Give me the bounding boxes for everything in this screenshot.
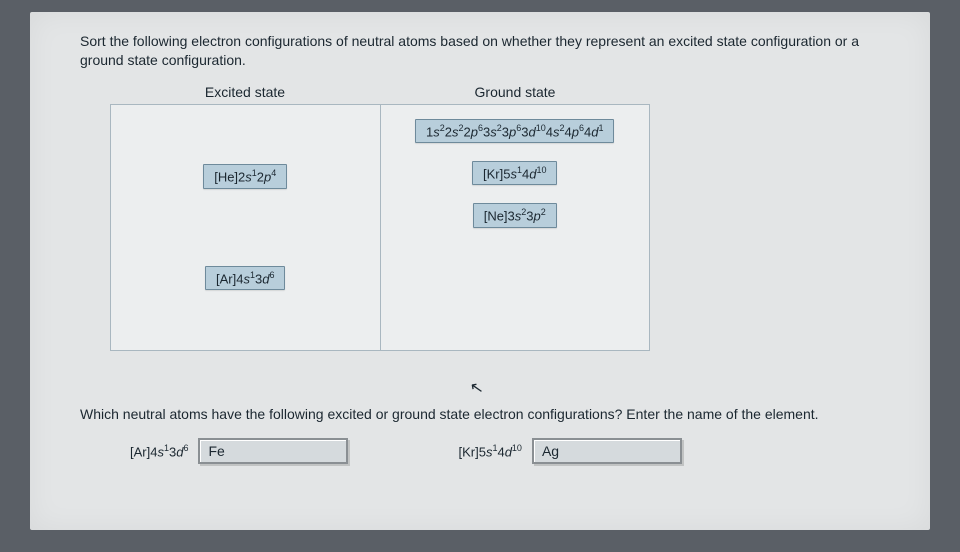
- config-chip[interactable]: 1s22s22p63s23p63d104s24p64d1: [415, 119, 614, 143]
- excited-zone[interactable]: [He]2s12p4 [Ar]4s13d6: [110, 104, 381, 351]
- config-chip[interactable]: [He]2s12p4: [203, 164, 287, 188]
- config-chip[interactable]: [Ar]4s13d6: [205, 266, 285, 290]
- header-excited: Excited state: [110, 84, 380, 104]
- config-label: [Ar]4s13d6: [130, 443, 188, 459]
- config-label: [Kr]5s14d10: [458, 443, 521, 459]
- answer-input[interactable]: Ag: [532, 438, 682, 464]
- q2-prompt: Which neutral atoms have the following e…: [80, 405, 890, 424]
- drop-zones: [He]2s12p4 [Ar]4s13d6 1s22s22p63s23p63d1…: [110, 104, 650, 351]
- answer-row: [Ar]4s13d6 Fe [Kr]5s14d10 Ag: [80, 438, 890, 464]
- config-chip[interactable]: [Ne]3s23p2: [473, 203, 557, 227]
- question-panel: Sort the following electron configuratio…: [30, 12, 930, 530]
- answer-input[interactable]: Fe: [198, 438, 348, 464]
- header-ground: Ground state: [380, 84, 650, 104]
- config-chip[interactable]: [Kr]5s14d10: [472, 161, 557, 185]
- ground-zone[interactable]: 1s22s22p63s23p63d104s24p64d1 [Kr]5s14d10…: [381, 104, 651, 351]
- zone-headers: Excited state Ground state: [110, 84, 650, 104]
- q1-prompt: Sort the following electron configuratio…: [80, 32, 890, 70]
